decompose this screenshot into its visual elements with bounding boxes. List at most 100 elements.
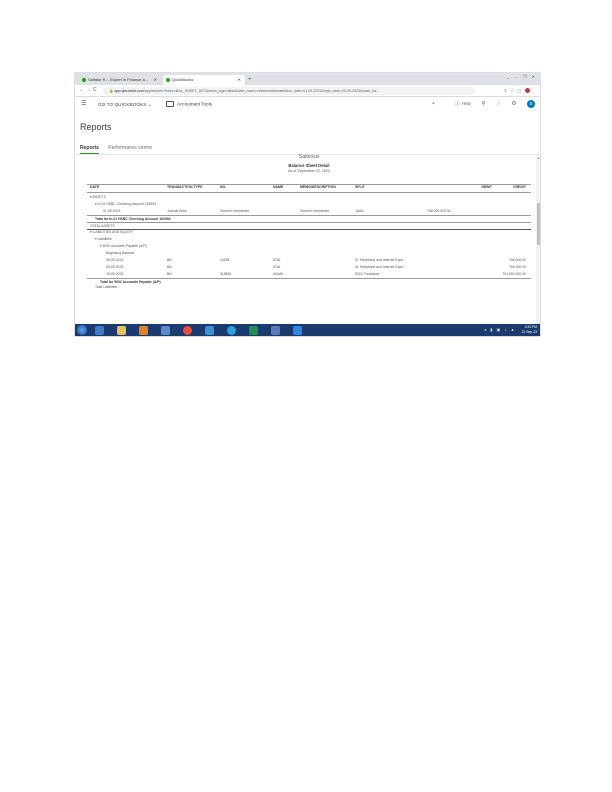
search-icon[interactable]: ⚲ — [482, 101, 486, 107]
table-row[interactable]: 01-09-2023 Journal Entry Owners Investme… — [87, 208, 531, 214]
report-body: Saitexus Balance Sheet Detail As of Sept… — [87, 154, 531, 330]
cell-date: 05-09-2023 — [106, 258, 124, 262]
table-row[interactable]: 05-09-2023 Bill AT&t 01 Telephone and In… — [87, 264, 531, 270]
new-tab-plus-icon[interactable]: + — [248, 75, 252, 85]
row-label: Total Liabilities — [95, 285, 118, 289]
browser-tab-strip: Saifalur R. - Expert in Finance a... ✕ Q… — [75, 73, 540, 85]
table-row[interactable]: 19-09-2023 Bill 415894 ADAM 5201 Purchas… — [87, 271, 531, 277]
play-icon[interactable] — [293, 325, 302, 335]
close-icon[interactable]: ✕ — [238, 75, 241, 85]
clock-date: 22-Sep-23 — [521, 329, 537, 334]
photos-icon[interactable] — [271, 325, 280, 335]
reload-icon[interactable]: C — [93, 86, 97, 95]
accountant-tools-label: Accountant Tools — [177, 100, 212, 106]
cell-credit: Tk6,000.00 — [509, 258, 526, 262]
bell-icon[interactable]: ♢ — [496, 101, 501, 107]
taskbar-clock[interactable]: 4:43 PM 22-Sep-23 — [522, 325, 537, 334]
col-name[interactable]: NAME — [273, 185, 283, 189]
row-label: ▾ 5002 Accounts Payable (A/P) — [100, 244, 147, 248]
cell-name: AT&t — [273, 265, 281, 269]
table-row[interactable]: Total for In-01 HSBC Checking Account 16… — [87, 215, 531, 222]
browser-tab-upwork[interactable]: Saifalur R. - Expert in Finance a... ✕ — [79, 75, 161, 85]
row-label: ▾ In-01 HSBC Checking Account 163994 — [95, 202, 157, 206]
cell-split: 01 Telephone and Internet Expe... — [355, 258, 406, 262]
col-no[interactable]: NO. — [220, 185, 226, 189]
browser-toolbar-icons[interactable]: ⇪☆▢ ⋮ — [503, 86, 537, 95]
close-icon[interactable]: ✕ — [154, 75, 157, 85]
page-title: Reports — [80, 122, 112, 132]
table-row[interactable]: 05-09-2023 Bill 14258 AT&t 01 Telephone … — [87, 257, 531, 263]
table-row[interactable]: Beginning Balance — [87, 250, 531, 256]
browser-tab-quickbooks[interactable]: QuickBooks ✕ — [163, 75, 245, 85]
help-label: Help — [461, 101, 471, 107]
file-explorer-icon[interactable] — [117, 325, 126, 335]
col-split[interactable]: SPLIT — [355, 185, 365, 189]
quickbooks-header: ☰ GO TO QUICKBOOKS ⌄ Accountant Tools + … — [75, 97, 540, 113]
cell-type[interactable]: Bill — [167, 257, 172, 263]
cell-split: 01 Telephone and Internet Expe... — [355, 265, 406, 269]
table-row[interactable]: Total Liabilities — [87, 284, 531, 290]
app-icon[interactable] — [161, 325, 170, 335]
col-credit[interactable]: CREDIT — [495, 185, 526, 189]
window-controls[interactable]: – ❐ ✕ — [516, 74, 537, 79]
tab-performance-centre[interactable]: Performance centre — [108, 145, 152, 151]
report-title: Balance Sheet Detail — [288, 163, 330, 168]
url-input[interactable]: 🔒 app.qbo.intuit.com/app/reports?token=B… — [103, 86, 475, 95]
excel-icon[interactable] — [249, 325, 258, 335]
accountant-tools-button[interactable]: Accountant Tools — [166, 100, 212, 107]
chrome-icon[interactable] — [183, 325, 192, 335]
cell-debit: Tk8,000,000.00 — [427, 209, 451, 213]
vertical-scrollbar[interactable]: ▲ — [536, 155, 540, 331]
help-button[interactable]: ⓘ Help — [446, 101, 471, 109]
windows-start-icon[interactable] — [77, 325, 87, 335]
address-bar-row: ← → C 🔒 app.qbo.intuit.com/app/reports?t… — [75, 85, 540, 97]
system-tray-icons[interactable]: ◂ ▮ ▣ ♪ ▲ — [484, 327, 516, 332]
gear-icon[interactable]: ⚙ — [512, 101, 517, 107]
row-label: ▾ Liabilities — [95, 237, 112, 241]
scrollbar-thumb[interactable] — [536, 203, 540, 245]
upwork-favicon-icon — [82, 78, 86, 82]
tab-search-chevron-icon[interactable]: ⌄ — [507, 75, 510, 80]
cell-type[interactable]: Bill — [167, 264, 172, 270]
col-debit[interactable]: DEBIT — [462, 185, 493, 189]
menu-icon[interactable]: ☰ — [81, 100, 86, 107]
company-name: Saitexus — [298, 154, 320, 160]
download-icon[interactable] — [205, 325, 214, 335]
plus-icon[interactable]: + — [432, 101, 435, 107]
table-row[interactable]: ▾ ASSETS — [87, 194, 531, 200]
profile-avatar-icon[interactable] — [524, 88, 530, 94]
user-avatar[interactable]: S — [527, 100, 535, 108]
internet-explorer-icon[interactable] — [95, 325, 104, 335]
report-column-header: DATE TRANSACTION TYPE NO. NAME MEMO/DESC… — [87, 184, 531, 193]
url-path: /app/reports?token=BAL_SHEET_DET&show_lo… — [143, 88, 380, 93]
tab-reports[interactable]: Reports — [80, 145, 99, 154]
back-arrow-icon[interactable]: ← — [79, 86, 84, 95]
scroll-up-icon[interactable]: ▲ — [537, 156, 540, 160]
cell-type[interactable]: Journal Entry — [167, 208, 187, 214]
cell-no: Owners Investment — [220, 209, 250, 213]
tab-label: QuickBooks — [172, 77, 194, 82]
row-label: ▾ LIABILITIES AND EQUITY — [90, 230, 133, 234]
cell-split: -Split- — [355, 209, 364, 213]
cell-date: 05-09-2023 — [106, 265, 124, 269]
table-row[interactable]: ▾ 5002 Accounts Payable (A/P) — [87, 243, 531, 249]
col-transaction-type[interactable]: TRANSACTION TYPE — [167, 185, 203, 189]
cell-date: 01-09-2023 — [103, 209, 121, 213]
table-row[interactable]: ▾ LIABILITIES AND EQUITY — [87, 229, 531, 235]
go-to-quickbooks-button[interactable]: GO TO QUICKBOOKS ⌄ — [98, 102, 152, 108]
cell-split: 5201 Purchases — [355, 272, 380, 276]
table-row[interactable]: ▾ In-01 HSBC Checking Account 163994 — [87, 201, 531, 207]
col-memo[interactable]: MEMO/DESCRIPTION — [300, 185, 336, 189]
cell-name: ADAM — [273, 272, 283, 276]
windows-taskbar: ◂ ▮ ▣ ♪ ▲ 4:43 PM 22-Sep-23 — [75, 324, 540, 336]
forward-arrow-icon[interactable]: → — [86, 86, 91, 95]
media-player-icon[interactable] — [139, 325, 148, 335]
telegram-icon[interactable] — [227, 325, 236, 335]
help-icon: ⓘ — [454, 102, 461, 108]
table-row[interactable]: ▾ Liabilities — [87, 236, 531, 242]
header-actions: + ⓘ Help ⚲ ♢ ⚙ S — [423, 100, 535, 108]
tab-label: Saifalur R. - Expert in Finance a... — [88, 77, 149, 82]
cell-type[interactable]: Bill — [167, 271, 172, 277]
cell-credit: Tk1,500,000.00 — [502, 272, 526, 276]
col-date[interactable]: DATE — [90, 185, 99, 189]
